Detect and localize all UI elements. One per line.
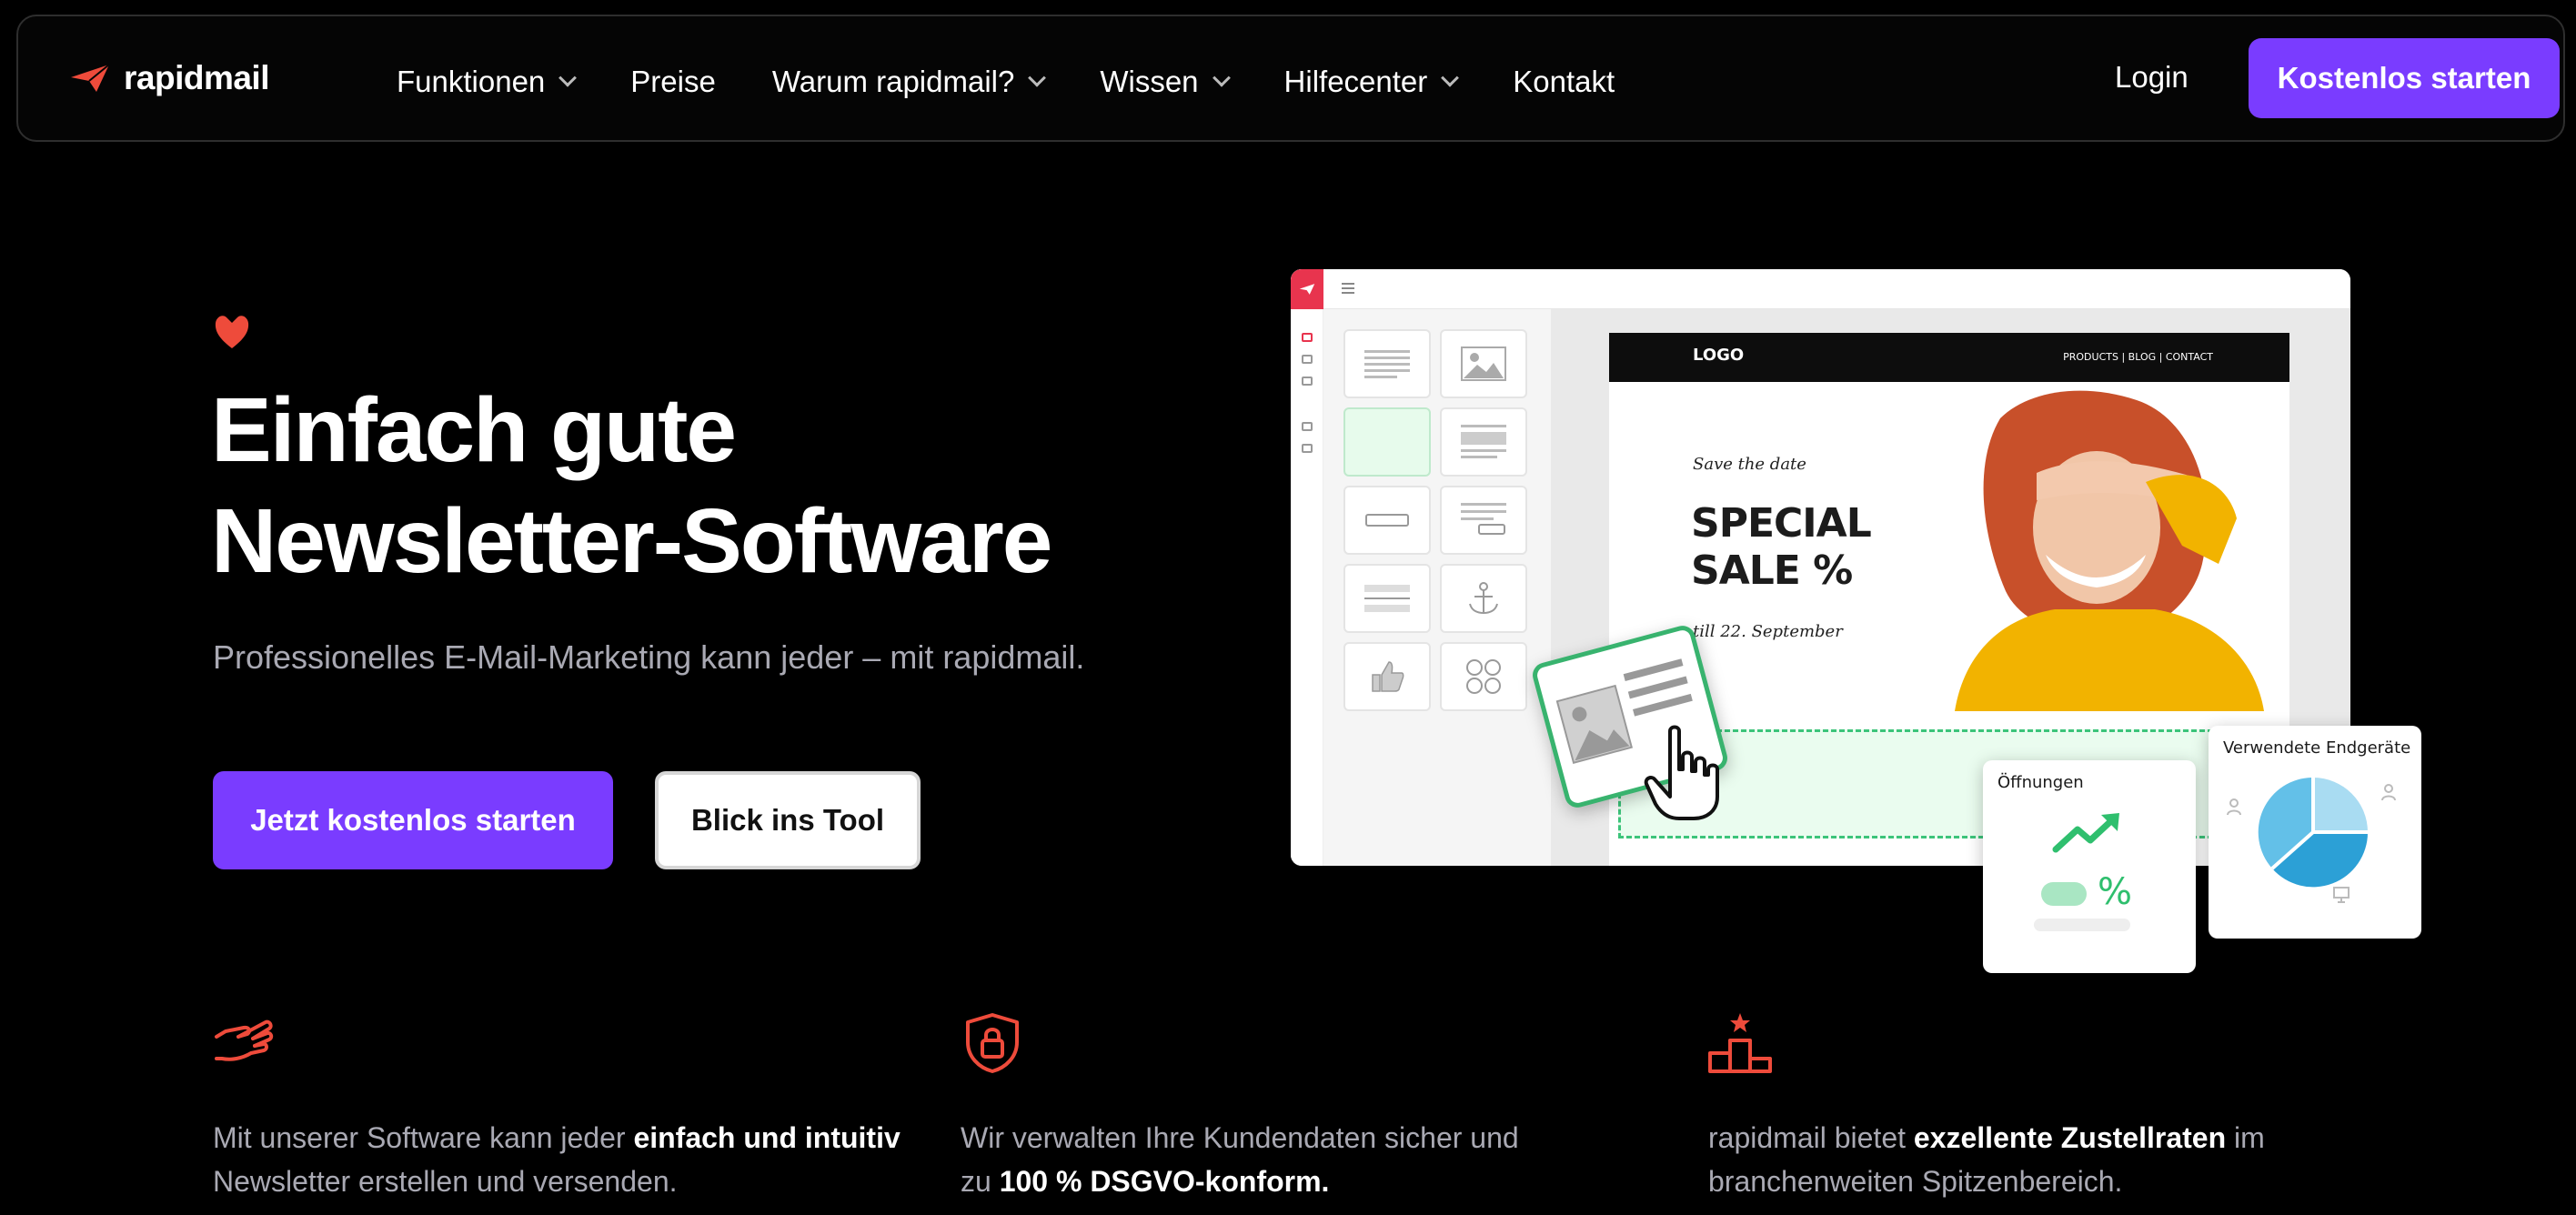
login-link[interactable]: Login bbox=[2115, 60, 2189, 95]
mockup-sidebar-rail bbox=[1291, 269, 1323, 866]
feature-text-post: Newsletter erstellen und versenden. bbox=[213, 1165, 678, 1198]
nav-label: Preise bbox=[630, 65, 716, 98]
podium-icon bbox=[1708, 1013, 1772, 1073]
hero-subtitle: Professionelles E-Mail-Marketing kann je… bbox=[213, 638, 1085, 676]
blocks-panel bbox=[1323, 309, 1551, 866]
feature-text-bold: exzellente Zustellraten bbox=[1913, 1121, 2227, 1154]
shield-lock-icon bbox=[966, 1013, 1019, 1073]
woman-photo bbox=[1918, 382, 2289, 711]
image-block-icon bbox=[1440, 329, 1527, 398]
feature-delivery-text: rapidmail bietet exzellente Zustellraten… bbox=[1708, 1116, 2290, 1203]
thumbs-up-icon bbox=[1343, 642, 1431, 711]
mail-icon bbox=[1301, 333, 1313, 342]
paper-plane-icon bbox=[71, 64, 110, 92]
feature-delivery: rapidmail bietet exzellente Zustellraten… bbox=[1708, 1011, 2290, 1203]
anchor-icon bbox=[1440, 564, 1527, 633]
check-icon bbox=[1301, 377, 1313, 386]
hero-title: Einfach gute Newsletter-Software bbox=[211, 375, 1212, 597]
devices-title: Verwendete Endgeräte bbox=[2223, 738, 2411, 758]
email-logo: LOGO bbox=[1693, 346, 1745, 365]
pie-chart-icon bbox=[2258, 777, 2369, 888]
openings-card: Öffnungen % bbox=[1983, 760, 2196, 973]
user-icon bbox=[1301, 355, 1313, 364]
feature-gdpr: Wir verwalten Ihre Kundendaten sicher un… bbox=[961, 1011, 1543, 1203]
feature-easy-text: Mit unserer Software kann jeder einfach … bbox=[213, 1116, 904, 1203]
hand-pointing-icon bbox=[215, 1019, 274, 1061]
sale-line: SALE % bbox=[1691, 547, 1853, 594]
image-text-block-icon bbox=[1440, 407, 1527, 477]
devices-card: Verwendete Endgeräte bbox=[2209, 726, 2421, 939]
nav-item-preise[interactable]: Preise bbox=[630, 65, 716, 99]
settings-icon bbox=[1301, 422, 1313, 431]
mockup-logo bbox=[1291, 269, 1323, 309]
main-nav: Funktionen Preise Warum rapidmail? Wisse… bbox=[397, 56, 1671, 107]
feature-text-bold: einfach und intuitiv bbox=[633, 1121, 901, 1154]
hero-title-line1: Einfach gute bbox=[211, 379, 737, 481]
hand-cursor-icon bbox=[1644, 725, 1719, 820]
link-icon bbox=[1301, 444, 1313, 453]
button-block-icon bbox=[1343, 486, 1431, 555]
feature-text-bold: 100 % DSGVO-konform. bbox=[999, 1165, 1330, 1198]
hero-title-line2: Newsletter-Software bbox=[211, 490, 1052, 592]
start-free-button[interactable]: Kostenlos starten bbox=[2249, 38, 2560, 118]
desktop-icon bbox=[2333, 887, 2350, 903]
nav-item-warum[interactable]: Warum rapidmail? bbox=[771, 65, 1047, 99]
save-the-date-text: Save the date bbox=[1693, 455, 1806, 474]
top-navbar: rapidmail Funktionen Preise Warum rapidm… bbox=[16, 15, 2565, 142]
percent-symbol: % bbox=[2098, 871, 2133, 913]
feature-text-pre: rapidmail bietet bbox=[1708, 1121, 1914, 1154]
nav-label: Warum rapidmail? bbox=[771, 65, 1015, 98]
rapidmail-logo[interactable]: rapidmail bbox=[69, 53, 270, 104]
text-button-block-icon bbox=[1440, 486, 1527, 555]
nav-item-hilfecenter[interactable]: Hilfecenter bbox=[1283, 65, 1460, 99]
chevron-down-icon bbox=[1212, 68, 1231, 87]
divider-block-icon bbox=[1343, 564, 1431, 633]
feature-gdpr-text: Wir verwalten Ihre Kundendaten sicher un… bbox=[961, 1116, 1543, 1203]
nav-item-kontakt[interactable]: Kontakt bbox=[1513, 65, 1615, 99]
nav-item-wissen[interactable]: Wissen bbox=[1100, 65, 1231, 99]
social-icons-block-icon bbox=[1440, 642, 1527, 711]
mockup-toolbar bbox=[1291, 269, 2350, 309]
nav-label: Hilfecenter bbox=[1283, 65, 1428, 98]
openings-title: Öffnungen bbox=[1997, 773, 2084, 792]
menu-icon bbox=[1342, 283, 1354, 294]
nav-label: Funktionen bbox=[397, 65, 546, 98]
nav-label: Wissen bbox=[1100, 65, 1199, 98]
paper-plane-icon bbox=[1299, 284, 1315, 295]
text-block-icon bbox=[1343, 329, 1431, 398]
email-nav: PRODUCTS | BLOG | CONTACT bbox=[2063, 351, 2213, 363]
brand-name: rapidmail bbox=[124, 59, 270, 96]
mobile-device-icon bbox=[2381, 784, 2396, 801]
special-sale-heading: SPECIAL SALE % bbox=[1691, 500, 1872, 595]
empty-block-slot bbox=[1343, 407, 1431, 477]
special-line: SPECIAL bbox=[1691, 500, 1872, 547]
chevron-down-icon bbox=[1441, 68, 1460, 87]
start-free-now-button[interactable]: Jetzt kostenlos starten bbox=[213, 771, 613, 869]
feature-text-pre: Mit unserer Software kann jeder bbox=[213, 1121, 634, 1154]
openings-baseline bbox=[2034, 919, 2130, 931]
feature-easy: Mit unserer Software kann jeder einfach … bbox=[213, 1011, 904, 1203]
nav-label: Kontakt bbox=[1513, 65, 1615, 98]
till-date-text: till 22. September bbox=[1693, 622, 1843, 641]
openings-bar bbox=[2041, 882, 2087, 906]
nav-item-funktionen[interactable]: Funktionen bbox=[397, 65, 578, 99]
heart-icon bbox=[215, 316, 249, 348]
chevron-down-icon bbox=[558, 68, 578, 87]
view-tool-button[interactable]: Blick ins Tool bbox=[655, 771, 921, 869]
trend-up-icon bbox=[2052, 813, 2119, 853]
email-header: LOGO PRODUCTS | BLOG | CONTACT bbox=[1609, 333, 2289, 382]
user-device-icon bbox=[2227, 798, 2241, 816]
chevron-down-icon bbox=[1028, 68, 1047, 87]
